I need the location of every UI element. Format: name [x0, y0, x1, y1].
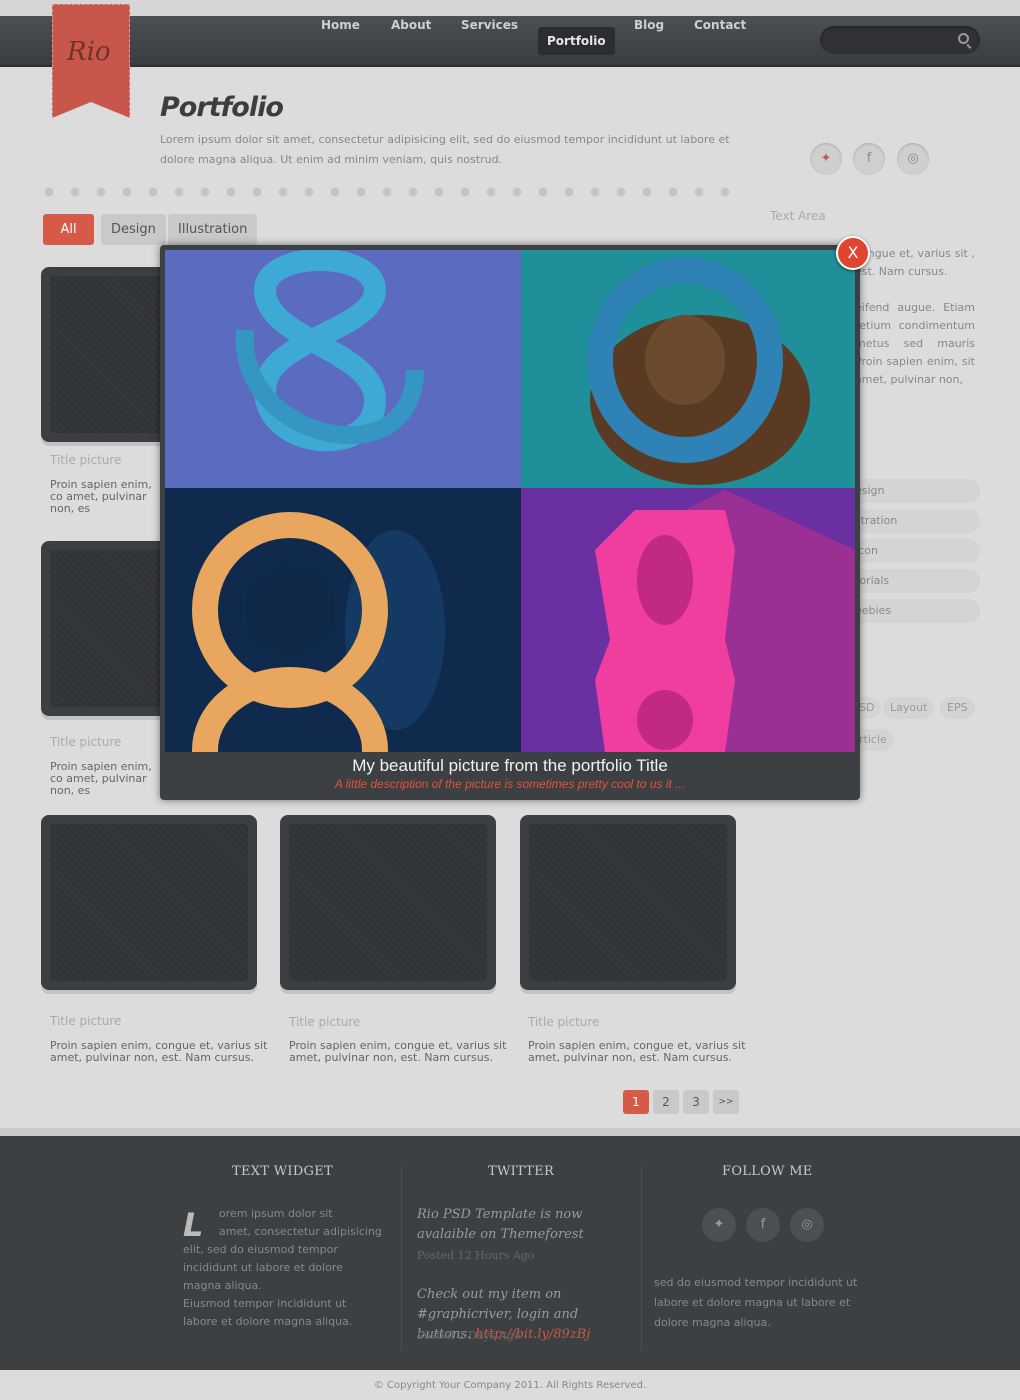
card-title: Title picture [289, 1015, 361, 1029]
card-title: Title picture [50, 1014, 122, 1028]
dotted-divider [44, 187, 744, 197]
card-title: Title picture [528, 1015, 600, 1029]
footer-text: orem ipsum dolor sit [219, 1207, 333, 1220]
dropcap: L [183, 1206, 204, 1244]
logo-ribbon[interactable]: Rio [52, 4, 130, 118]
tag[interactable]: Layout [883, 697, 935, 719]
portfolio-thumb[interactable] [520, 815, 736, 990]
tweet: Rio PSD Template is now avalaible on The… [417, 1207, 584, 1242]
sidebar-text: eifend augue. Etiam retium condimentum m… [855, 301, 975, 386]
portfolio-thumb[interactable] [41, 815, 257, 990]
nav-about[interactable]: About [382, 11, 440, 39]
tag[interactable]: EPS [940, 697, 975, 719]
lightbox-image [165, 250, 855, 752]
footer-text: elit, sed do eiusmod tempor incididunt u… [183, 1243, 343, 1292]
dribbble-icon[interactable]: ◎ [790, 1208, 824, 1242]
copyright: © Copyright Your Company 2011. All Right… [373, 1380, 647, 1391]
search-input[interactable] [820, 26, 980, 54]
footer-divider [0, 1128, 1020, 1136]
logo-text: Rio [67, 37, 111, 67]
page-next[interactable]: >> [713, 1090, 739, 1114]
footer-separator [401, 1166, 402, 1351]
close-icon[interactable]: X [836, 236, 870, 270]
card-title: Title picture [50, 735, 122, 749]
tweet-posted: Posted 12 Hours Ago [417, 1249, 535, 1262]
sidebar-text: congue et, varius sit , est. Nam cursus. [855, 247, 975, 278]
footer-heading-text-widget: TEXT WIDGET [232, 1164, 333, 1179]
category-item[interactable]: torials [850, 569, 980, 593]
footer: TEXT WIDGET TWITTER FOLLOW ME L orem ips… [0, 1136, 1020, 1370]
search-icon[interactable] [958, 33, 969, 44]
nav-blog[interactable]: Blog [625, 11, 673, 39]
card-desc: Proin sapien enim, congue et, varius sit… [528, 1039, 746, 1064]
footer-text: amet, consectetur adipisicing [219, 1225, 382, 1238]
lightbox: My beautiful picture from the portfolio … [160, 245, 860, 800]
footer-separator [641, 1166, 642, 1351]
card-desc: Proin sapien enim, co amet, pulvinar non… [50, 479, 152, 515]
nav-portfolio[interactable]: Portfolio [538, 27, 615, 55]
card-desc: Proin sapien enim, congue et, varius sit… [289, 1039, 507, 1064]
category-item[interactable]: eebies [850, 599, 980, 623]
nav-services[interactable]: Services [452, 11, 527, 39]
lightbox-description: A little description of the picture is s… [334, 777, 686, 791]
sidebar-heading: Text Area [770, 209, 826, 223]
filter-illustration[interactable]: Illustration [168, 214, 258, 245]
twitter-icon[interactable]: ✦ [810, 143, 842, 175]
footer-text: Eiusmod tempor incididunt ut labore et d… [183, 1297, 353, 1328]
category-item[interactable]: esign [850, 479, 980, 503]
page-1[interactable]: 1 [623, 1090, 649, 1114]
lightbox-title: My beautiful picture from the portfolio … [352, 756, 668, 775]
page-intro: Lorem ipsum dolor sit amet, consectetur … [160, 133, 730, 166]
facebook-icon[interactable]: f [746, 1208, 780, 1242]
page-3[interactable]: 3 [683, 1090, 709, 1114]
page-2[interactable]: 2 [653, 1090, 679, 1114]
filter-design[interactable]: Design [101, 214, 166, 245]
footer-heading-follow: FOLLOW ME [722, 1164, 813, 1179]
dribbble-icon[interactable]: ◎ [897, 143, 929, 175]
category-item[interactable]: stration [850, 509, 980, 533]
tweet-posted: Posted 2 Days Ago [417, 1329, 521, 1342]
category-item[interactable]: Icon [850, 539, 980, 563]
twitter-icon[interactable]: ✦ [702, 1208, 736, 1242]
card-title: Title picture [50, 453, 122, 467]
footer-text: sed do eiusmod tempor incididunt ut labo… [654, 1276, 858, 1329]
footer-heading-twitter: TWITTER [488, 1164, 555, 1179]
nav-home[interactable]: Home [312, 11, 369, 39]
card-desc: Proin sapien enim, co amet, pulvinar non… [50, 761, 152, 797]
portfolio-thumb[interactable] [280, 815, 496, 990]
facebook-icon[interactable]: f [853, 143, 885, 175]
filter-all[interactable]: All [43, 214, 94, 245]
nav-contact[interactable]: Contact [685, 11, 755, 39]
card-desc: Proin sapien enim, congue et, varius sit… [50, 1039, 268, 1064]
page-title: Portfolio [160, 92, 284, 123]
